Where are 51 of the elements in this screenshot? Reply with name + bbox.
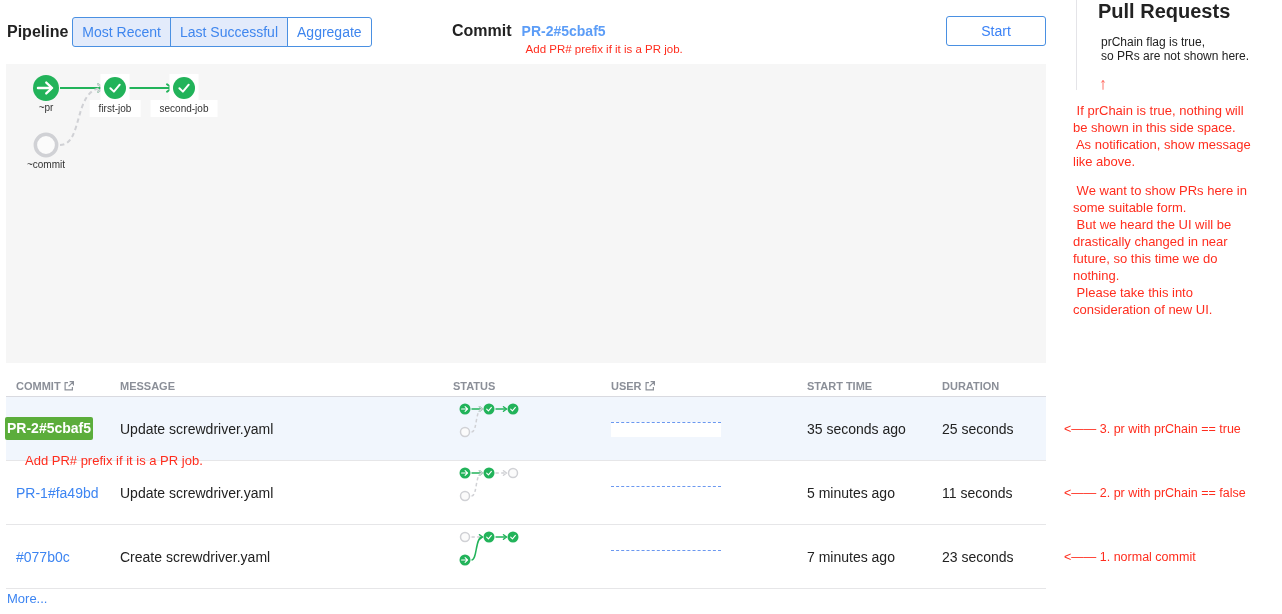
commit-link[interactable]: PR-1#fa49bd (16, 484, 99, 501)
dashed-connector-arrow (470, 470, 484, 497)
annotation-text: If prChain is true, nothing will be shown in this side space. As notification, show message like above. (1073, 101, 1252, 170)
connector-arrow (470, 470, 484, 476)
commit-label: Commit (452, 21, 512, 41)
ring-icon[interactable] (33, 132, 59, 158)
more-link[interactable]: More... (7, 591, 48, 607)
duration-text: 23 seconds (942, 548, 1014, 565)
column-header: MESSAGE (120, 380, 175, 392)
column-header: USER (611, 380, 642, 392)
connector-arrow (470, 534, 484, 561)
node-label: ~commit (26, 158, 66, 172)
commit-message: Update screwdriver.yaml (120, 484, 274, 501)
notice-text: prChain flag is true, so PRs are not shown here. (1100, 35, 1250, 63)
annotation-text: <—— 3. pr with prChain == true (1063, 422, 1241, 436)
start-time: 7 minutes ago (807, 548, 895, 565)
start-time: 35 seconds ago (807, 420, 906, 437)
commit-message: Update screwdriver.yaml (120, 420, 274, 437)
connector-arrow (494, 406, 508, 412)
duration-text: 11 seconds (942, 484, 1013, 501)
annotation-arrow (1099, 80, 1107, 90)
view-tab[interactable]: Aggregate (287, 17, 372, 47)
external-link-icon[interactable] (644, 381, 655, 391)
node-label: first-job (89, 100, 141, 117)
annotation-text: We want to show PRs here in some suitable form. But we heard the UI will be drastically changed in near future, so this time we do nothing. Please take this into consideration of new UI. (1073, 181, 1248, 318)
node-label: ~pr (38, 101, 54, 115)
start-time: 5 minutes ago (807, 484, 895, 501)
pipeline-title: Pipeline (6, 23, 69, 41)
commit-message: Create screwdriver.yaml (120, 548, 271, 565)
column-header: DURATION (942, 380, 1000, 392)
dashed-connector-arrow (470, 534, 484, 540)
connector-arrow (494, 534, 508, 540)
duration-text: 25 seconds (942, 420, 1014, 437)
start-button[interactable]: Start (946, 16, 1046, 46)
node-label: second-job (150, 100, 218, 117)
column-header: STATUS (453, 380, 496, 392)
commit-badge[interactable]: PR-2#5cbaf5 (5, 417, 94, 440)
annotation-text: <—— 1. normal commit (1063, 550, 1196, 564)
annotation-text: Add PR# prefix if it is a PR job. (25, 454, 203, 468)
annotation-text: <—— 2. pr with prChain == false (1063, 486, 1246, 500)
column-header: START TIME (807, 380, 873, 392)
view-tab[interactable]: Most Recent (72, 17, 171, 47)
column-header: COMMIT (16, 380, 61, 392)
arrow-circle-icon[interactable] (33, 75, 59, 101)
panel-title: Pull Requests (1098, 0, 1231, 22)
connector-arrow (470, 406, 484, 412)
external-link-icon[interactable] (63, 381, 74, 391)
commit-link[interactable]: #077b0c (16, 548, 70, 565)
dashed-connector-arrow (470, 406, 484, 433)
dashed-connector-arrow (494, 470, 508, 476)
view-tab[interactable]: Last Successful (169, 17, 288, 47)
